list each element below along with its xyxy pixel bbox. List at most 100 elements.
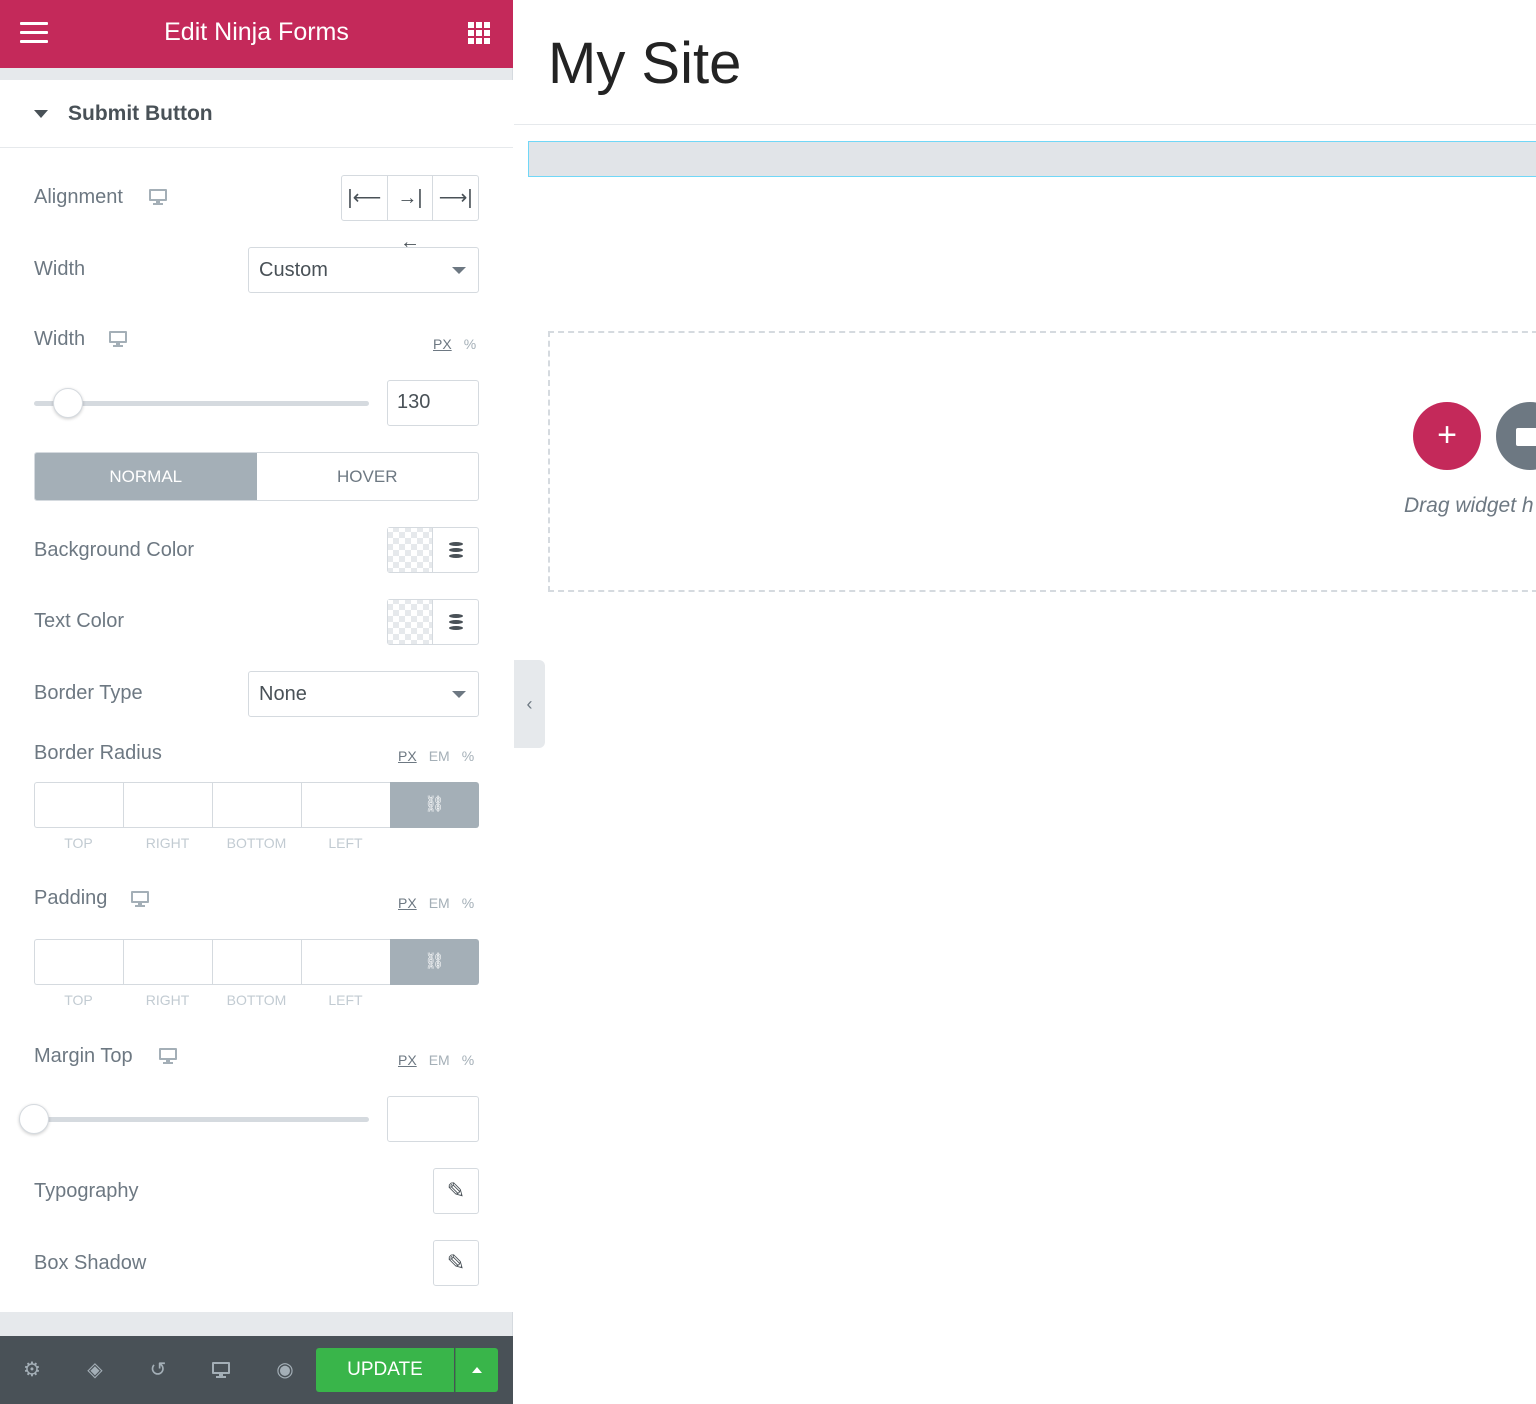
margin-top-slider-handle[interactable] (19, 1104, 49, 1134)
align-right-button[interactable]: ⟶| (433, 176, 478, 220)
link-icon: ⛓ (424, 796, 445, 813)
unit-percent[interactable]: % (462, 1052, 474, 1068)
padding-label: Padding (34, 887, 108, 909)
chevron-down-icon (452, 691, 466, 698)
border-radius-bottom-input[interactable] (212, 782, 301, 828)
text-color-control (387, 599, 479, 645)
settings-icon[interactable]: ⚙ (21, 1359, 43, 1381)
padding-dimensions: ⛓ (34, 939, 479, 985)
navigator-icon[interactable]: ◈ (84, 1359, 106, 1381)
alignment-choices: |⟵ →|← ⟶| (341, 175, 479, 253)
link-values-button[interactable]: ⛓ (390, 939, 479, 985)
border-type-select[interactable]: None (248, 671, 479, 717)
desktop-responsive-icon[interactable] (131, 891, 149, 907)
editor-panel: Edit Ninja Forms Submit Button Alignment… (0, 0, 513, 1404)
align-center-button[interactable]: →|← (388, 176, 434, 253)
responsive-icon[interactable] (212, 1362, 230, 1378)
border-radius-left-input[interactable] (301, 782, 390, 828)
desktop-responsive-icon[interactable] (159, 1048, 177, 1064)
width-slider-handle[interactable] (52, 388, 83, 418)
caret-up-icon (472, 1367, 482, 1373)
side-label-bottom: BOTTOM (226, 992, 287, 1008)
collapse-panel-button[interactable]: ‹ (514, 660, 545, 748)
padding-side-labels: TOP RIGHT BOTTOM LEFT (34, 992, 390, 1008)
margin-top-label: Margin Top (34, 1045, 133, 1067)
width-type-select[interactable]: Custom (248, 247, 479, 293)
width-type-label: Width (34, 258, 86, 280)
unit-percent[interactable]: % (464, 336, 476, 352)
link-icon: ⛓ (424, 953, 445, 970)
drag-widget-hint: Drag widget h (1404, 494, 1534, 517)
widgets-grid-icon[interactable] (468, 22, 490, 44)
database-icon (449, 542, 463, 558)
update-button[interactable]: UPDATE (316, 1348, 454, 1392)
add-section-button[interactable]: + (1413, 402, 1481, 470)
box-shadow-label: Box Shadow (34, 1252, 147, 1274)
unit-percent[interactable]: % (462, 748, 474, 764)
update-options-button[interactable] (455, 1348, 498, 1392)
padding-bottom-input[interactable] (212, 939, 301, 985)
database-icon (449, 614, 463, 630)
caret-down-icon (34, 110, 48, 118)
border-radius-side-labels: TOP RIGHT BOTTOM LEFT (34, 835, 390, 851)
width-units: PX % (433, 336, 476, 352)
padding-units: PX EM % (398, 895, 474, 911)
width-slider-track[interactable] (34, 401, 369, 406)
width-number-input[interactable]: 130 (387, 380, 479, 426)
unit-em[interactable]: EM (429, 1052, 450, 1068)
margin-top-slider-track[interactable] (34, 1117, 369, 1122)
ninja-form-widget[interactable] (528, 141, 1536, 177)
border-type-label: Border Type (34, 682, 143, 704)
unit-percent[interactable]: % (462, 895, 474, 911)
side-label-top: TOP (64, 835, 93, 851)
chevron-left-icon: ‹ (526, 694, 533, 714)
background-color-picker[interactable] (388, 528, 433, 572)
padding-left-input[interactable] (301, 939, 390, 985)
side-label-left: LEFT (328, 835, 363, 851)
tab-hover[interactable]: HOVER (257, 453, 479, 500)
global-colors-button[interactable] (433, 600, 478, 644)
link-values-button[interactable]: ⛓ (390, 782, 479, 828)
typography-edit-button[interactable]: ✎ (433, 1168, 479, 1214)
unit-px[interactable]: PX (433, 336, 452, 352)
preview-icon[interactable]: ◉ (274, 1359, 296, 1381)
align-center-icon: →|← (397, 187, 423, 253)
global-colors-button[interactable] (433, 528, 478, 572)
border-radius-dimensions: ⛓ (34, 782, 479, 828)
align-left-button[interactable]: |⟵ (342, 176, 388, 220)
desktop-responsive-icon[interactable] (109, 331, 127, 347)
section-submit-button-toggle[interactable]: Submit Button (0, 80, 513, 148)
section-title: Submit Button (68, 102, 213, 125)
margin-top-number-input[interactable] (387, 1096, 479, 1142)
pencil-icon: ✎ (446, 1250, 466, 1275)
width-size-label: Width (34, 328, 86, 350)
background-color-label: Background Color (34, 539, 195, 561)
border-type-value: None (259, 683, 307, 705)
box-shadow-edit-button[interactable]: ✎ (433, 1240, 479, 1286)
unit-em[interactable]: EM (429, 895, 450, 911)
align-right-icon: ⟶| (438, 187, 473, 209)
side-label-left: LEFT (328, 992, 363, 1008)
unit-px[interactable]: PX (398, 895, 417, 911)
side-label-right: RIGHT (145, 992, 190, 1008)
border-radius-right-input[interactable] (123, 782, 212, 828)
unit-px[interactable]: PX (398, 1052, 417, 1068)
alignment-label: Alignment (34, 186, 123, 208)
width-type-value: Custom (259, 259, 328, 281)
site-title: My Site (548, 31, 742, 96)
history-icon[interactable]: ↺ (147, 1359, 169, 1381)
border-radius-label: Border Radius (34, 742, 162, 764)
padding-top-input[interactable] (34, 939, 123, 985)
side-label-bottom: BOTTOM (226, 835, 287, 851)
align-left-icon: |⟵ (347, 187, 382, 209)
unit-px[interactable]: PX (398, 748, 417, 764)
padding-right-input[interactable] (123, 939, 212, 985)
border-radius-top-input[interactable] (34, 782, 123, 828)
folder-icon (1516, 428, 1536, 446)
plus-icon: + (1437, 416, 1457, 454)
tab-normal[interactable]: NORMAL (35, 453, 257, 500)
text-color-picker[interactable] (388, 600, 433, 644)
unit-em[interactable]: EM (429, 748, 450, 764)
desktop-responsive-icon[interactable] (149, 189, 167, 205)
empty-section-drop-area[interactable] (548, 331, 1536, 592)
